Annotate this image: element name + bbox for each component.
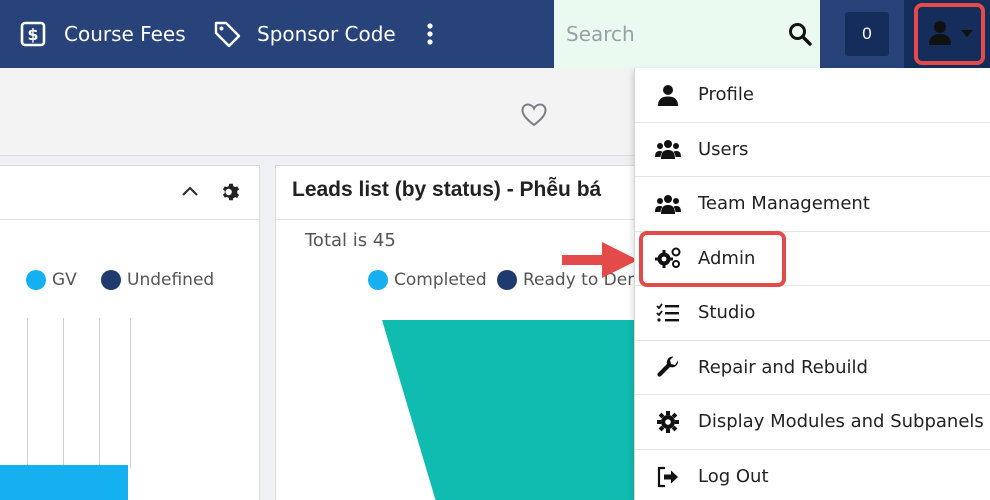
dollar-icon: $	[20, 21, 46, 47]
menu-item-label: Profile	[698, 84, 754, 106]
menu-item-team-management[interactable]: Team Management	[635, 177, 990, 232]
search-input[interactable]	[566, 22, 776, 46]
wrench-icon	[655, 355, 681, 379]
nav-course-fees[interactable]: $ Course Fees	[20, 0, 186, 68]
legend-dot	[101, 270, 121, 290]
menu-item-label: Repair and Rebuild	[698, 356, 868, 378]
gear-icon	[655, 410, 681, 434]
nav-course-fees-label: Course Fees	[64, 22, 186, 46]
funnel-segment	[382, 320, 642, 500]
user-icon	[927, 19, 953, 50]
legend-item: Completed	[368, 270, 487, 290]
search-box	[554, 0, 820, 68]
menu-item-label: Log Out	[698, 466, 769, 488]
grid-line	[27, 318, 28, 468]
nav-sponsor-code[interactable]: Sponsor Code	[213, 0, 396, 68]
chart-bar	[0, 465, 128, 500]
user-icon	[655, 83, 681, 107]
legend-label: Completed	[394, 270, 487, 290]
gear-icon[interactable]	[220, 181, 242, 208]
dashlet-title: Leads list (by status) - Phễu bá	[292, 178, 602, 201]
menu-item-label: Display Modules and Subpanels	[698, 411, 984, 433]
grid-line	[99, 318, 100, 468]
menu-item-display-modules[interactable]: Display Modules and Subpanels	[635, 395, 990, 450]
legend-dot	[497, 270, 517, 290]
grid-line	[63, 318, 64, 468]
grid-line	[130, 318, 131, 468]
tag-icon	[213, 20, 241, 48]
nav-sponsor-code-label: Sponsor Code	[257, 22, 396, 46]
legend-label: GV	[52, 270, 77, 290]
search-icon[interactable]	[788, 22, 812, 46]
chevron-up-icon[interactable]	[181, 184, 199, 202]
legend-dot	[26, 270, 46, 290]
heart-icon[interactable]	[521, 103, 547, 127]
funnel-chart	[382, 320, 642, 500]
vertical-dots-icon	[426, 23, 434, 45]
menu-item-studio[interactable]: Studio	[635, 286, 990, 341]
notification-counter[interactable]: 0	[845, 12, 889, 56]
more-menu-button[interactable]	[420, 0, 440, 68]
admin-highlight-box	[639, 231, 786, 287]
caret-down-icon	[960, 25, 973, 43]
menu-item-label: Team Management	[698, 193, 870, 215]
legend-item: GV	[26, 270, 77, 290]
menu-item-repair-rebuild[interactable]: Repair and Rebuild	[635, 341, 990, 395]
total-label: Total is 45	[305, 230, 396, 251]
menu-item-profile[interactable]: Profile	[635, 68, 990, 123]
sign-out-icon	[655, 465, 681, 489]
legend-dot	[368, 270, 388, 290]
menu-item-label: Studio	[698, 302, 756, 324]
user-menu-button[interactable]	[914, 3, 985, 65]
menu-item-label: Users	[698, 138, 749, 160]
menu-item-log-out[interactable]: Log Out	[635, 450, 990, 500]
arrow-pointer-icon	[562, 242, 638, 278]
legend-item: Undefined	[101, 270, 214, 290]
list-check-icon	[655, 301, 681, 325]
menu-item-users[interactable]: Users	[635, 123, 990, 177]
legend-label: Undefined	[127, 270, 215, 290]
users-icon	[655, 137, 681, 161]
svg-text:$: $	[27, 25, 38, 44]
users-icon	[655, 192, 681, 216]
